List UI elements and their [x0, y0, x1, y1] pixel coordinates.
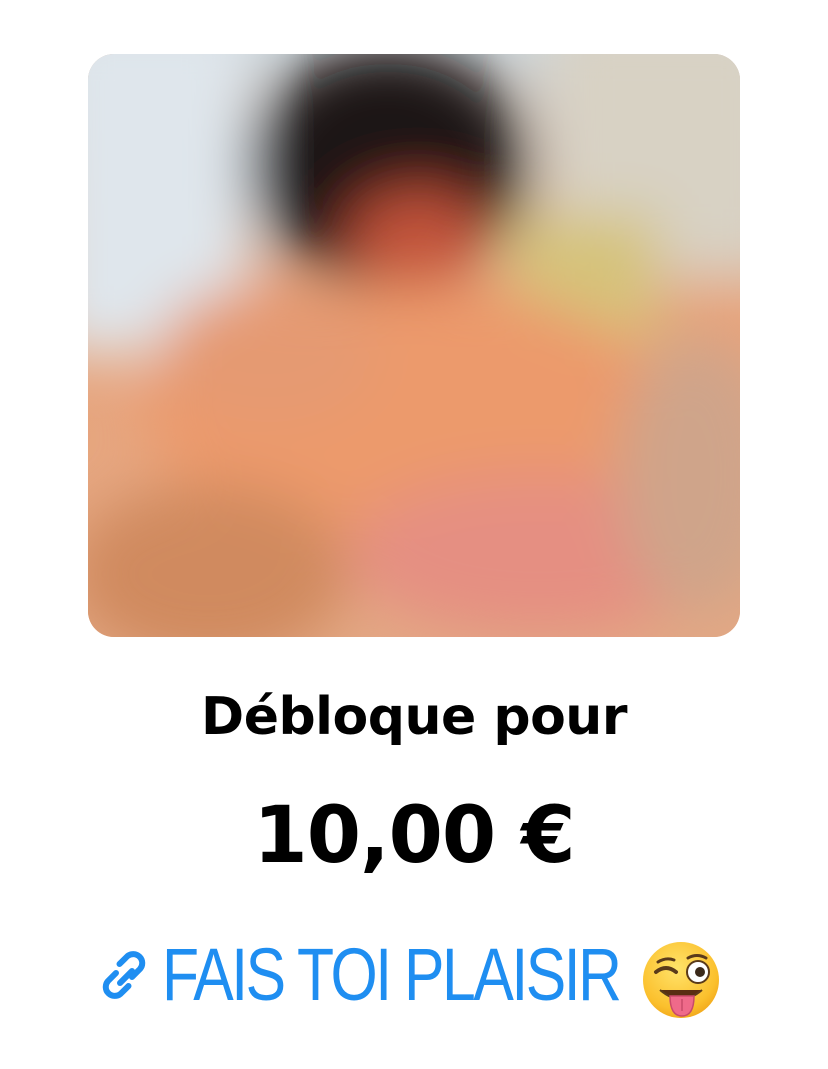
blurred-image	[88, 54, 740, 637]
price-value: 10,00 €	[253, 791, 575, 881]
cta-link[interactable]: FAIS TOI PLAISIR	[92, 930, 632, 1020]
link-icon	[92, 943, 156, 1007]
winking-face-with-tongue-icon	[636, 936, 726, 1026]
cta-label: FAIS TOI PLAISIR	[162, 933, 622, 1016]
blurred-media-preview[interactable]	[88, 54, 740, 637]
unlock-label: Débloque pour	[201, 687, 627, 747]
